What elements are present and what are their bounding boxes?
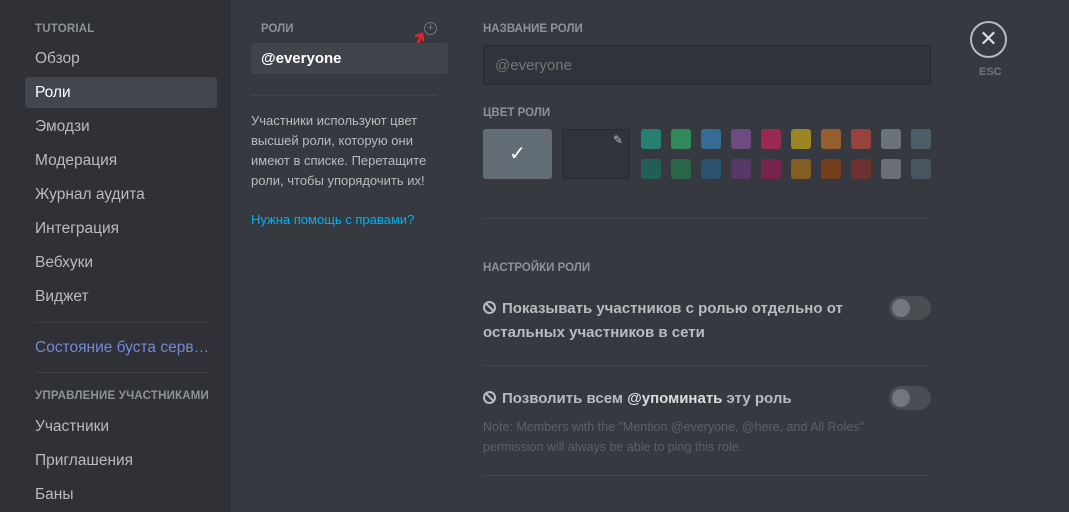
section-divider <box>483 365 931 366</box>
sidebar-item-members[interactable]: Участники <box>25 411 217 442</box>
eyedropper-icon: ✎ <box>613 133 624 147</box>
sidebar-item-moderation[interactable]: Модерация <box>25 145 217 176</box>
sidebar-divider <box>35 372 207 373</box>
color-swatch[interactable] <box>671 129 691 149</box>
roles-divider <box>251 95 437 96</box>
sidebar-section-members: УПРАВЛЕНИЕ УЧАСТНИКАМИ <box>35 390 210 402</box>
color-swatch[interactable] <box>761 129 781 149</box>
sidebar-divider <box>35 322 207 323</box>
close-icon[interactable]: ✕ <box>970 21 1007 58</box>
color-swatch[interactable] <box>701 159 721 179</box>
color-swatch[interactable] <box>761 159 781 179</box>
mention-bold: @упоминать <box>627 390 723 407</box>
hoist-setting-text: Показывать участников с ролью отдельно о… <box>483 300 843 341</box>
color-swatch[interactable] <box>731 129 751 149</box>
color-swatch[interactable] <box>791 159 811 179</box>
hoist-setting-label: Показывать участников с ролью отдельно о… <box>483 297 863 345</box>
color-swatch[interactable] <box>851 159 871 179</box>
sidebar-item-webhooks[interactable]: Вебхуки <box>25 247 217 278</box>
color-swatch[interactable] <box>641 159 661 179</box>
role-settings-header: НАСТРОЙКИ РОЛИ <box>483 262 591 274</box>
sidebar-item-boost-status[interactable]: Состояние буста серв… <box>25 332 217 363</box>
color-swatch[interactable] <box>911 129 931 149</box>
sidebar-section-tutorial: TUTORIAL <box>35 23 95 35</box>
check-icon: ✓ <box>509 143 526 165</box>
color-swatch[interactable] <box>791 129 811 149</box>
sidebar-item-integrations[interactable]: Интеграция <box>25 213 217 244</box>
roles-header: РОЛИ <box>261 23 294 35</box>
no-sign-icon <box>483 301 496 314</box>
color-swatch[interactable] <box>911 159 931 179</box>
roles-hint-text: Участники используют цвет высшей роли, к… <box>251 113 427 188</box>
color-swatch[interactable] <box>671 159 691 179</box>
sidebar-item-overview[interactable]: Обзор <box>25 43 217 74</box>
no-sign-icon <box>483 391 496 404</box>
color-swatch[interactable] <box>731 159 751 179</box>
sidebar-item-emoji[interactable]: Эмодзи <box>25 111 217 142</box>
color-swatch[interactable] <box>821 129 841 149</box>
esc-label: ESC <box>979 66 1002 78</box>
mention-prefix: Позволить всем <box>502 390 628 407</box>
mention-toggle[interactable] <box>889 386 931 410</box>
permissions-help-link[interactable]: Нужна помощь с правами? <box>251 212 414 227</box>
settings-sidebar: TUTORIAL Обзор Роли Эмодзи Модерация Жур… <box>0 0 231 512</box>
mention-suffix: эту роль <box>722 390 792 407</box>
sidebar-item-bans[interactable]: Баны <box>25 479 217 510</box>
hoist-toggle[interactable] <box>889 296 931 320</box>
sidebar-item-widget[interactable]: Виджет <box>25 281 217 312</box>
section-divider <box>483 475 931 476</box>
role-name-label: НАЗВАНИЕ РОЛИ <box>483 23 583 35</box>
role-name-input[interactable] <box>483 45 931 85</box>
toggle-knob <box>892 389 910 407</box>
sidebar-item-roles[interactable]: Роли <box>25 77 217 108</box>
color-swatch[interactable] <box>701 129 721 149</box>
mention-note: Note: Members with the "Mention @everyon… <box>483 420 864 454</box>
role-color-label: ЦВЕТ РОЛИ <box>483 107 551 119</box>
section-divider <box>483 218 931 219</box>
color-swatch[interactable] <box>881 129 901 149</box>
color-swatch[interactable] <box>851 129 871 149</box>
sidebar-item-audit-log[interactable]: Журнал аудита <box>25 179 217 210</box>
mention-setting-label: Позволить всем @упоминать эту роль <box>483 387 873 411</box>
color-swatch[interactable] <box>881 159 901 179</box>
toggle-knob <box>892 299 910 317</box>
role-item-everyone[interactable]: @everyone <box>251 43 448 74</box>
color-swatch[interactable] <box>821 159 841 179</box>
sidebar-item-invites[interactable]: Приглашения <box>25 445 217 476</box>
color-swatch[interactable] <box>641 129 661 149</box>
